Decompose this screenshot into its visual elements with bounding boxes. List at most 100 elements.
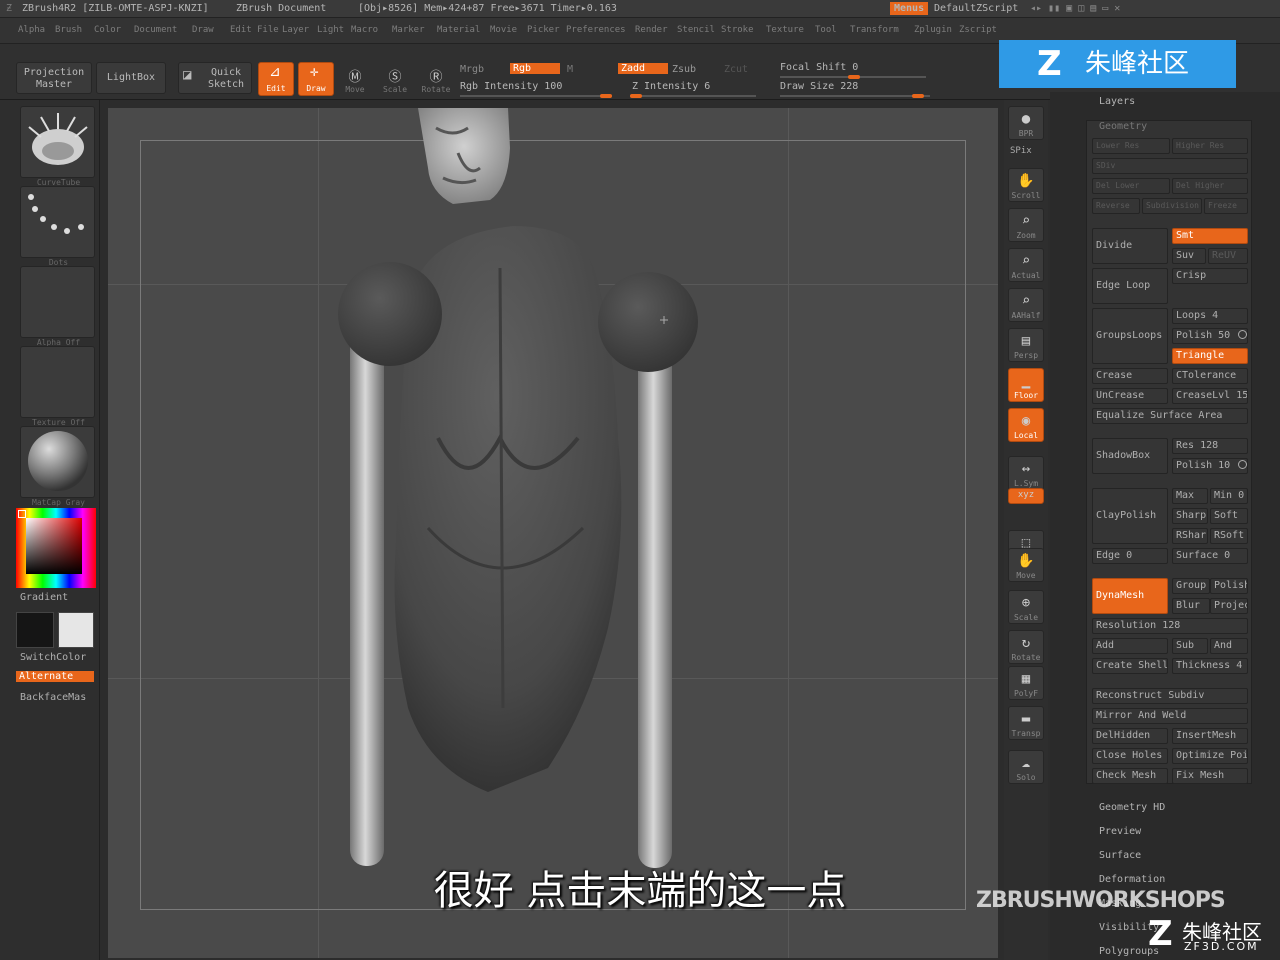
rgb-intensity-track[interactable] <box>460 95 612 97</box>
menu-movie[interactable]: Movie <box>490 25 517 35</box>
polish10-slider[interactable]: Polish 10 <box>1172 458 1248 474</box>
triangle-toggle[interactable]: Triangle <box>1172 348 1248 364</box>
xyz-button[interactable]: xyz <box>1008 488 1044 504</box>
lightbox-button[interactable]: LightBox <box>96 62 166 94</box>
group-toggle[interactable]: Group <box>1172 578 1210 594</box>
window-controls-icon[interactable]: ◂▸ ▮▮ ▣ ◫ ▤ ▭ ✕ <box>1030 3 1120 14</box>
move-button[interactable]: ✋ Move <box>1008 548 1044 582</box>
reconstruct-subdiv-button[interactable]: Reconstruct Subdiv <box>1092 688 1248 704</box>
menu-preferences[interactable]: Preferences <box>566 25 626 35</box>
sharp-slider[interactable]: Sharp <box>1172 508 1208 524</box>
zadd-toggle[interactable]: Zadd <box>618 63 668 74</box>
layers-subpalette[interactable]: Layers <box>1099 96 1135 107</box>
menu-texture[interactable]: Texture <box>766 25 804 35</box>
menu-zplugin[interactable]: Zplugin <box>914 25 952 35</box>
focal-shift-slider[interactable]: Focal Shift 0 <box>780 62 858 73</box>
menu-macro[interactable]: Macro <box>351 25 378 35</box>
aahalf-button[interactable]: ⌕ AAHalf <box>1008 288 1044 322</box>
right-arm-tube[interactable] <box>638 348 672 868</box>
check-mesh-button[interactable]: Check Mesh <box>1092 768 1168 784</box>
max-slider[interactable]: Max <box>1172 488 1208 504</box>
zcut-toggle[interactable]: Zcut <box>724 64 748 75</box>
m-toggle[interactable]: M <box>567 64 573 75</box>
local-button[interactable]: ◉ Local <box>1008 408 1044 442</box>
move-mode-button[interactable]: Ⓜ Move <box>340 66 370 96</box>
menu-layer[interactable]: Layer <box>282 25 309 35</box>
thickness-slider[interactable]: Thickness 4 <box>1172 658 1248 674</box>
menu-file[interactable]: File <box>257 25 279 35</box>
uncrease-button[interactable]: UnCrease <box>1092 388 1168 404</box>
default-zscript-button[interactable]: DefaultZScript <box>934 3 1018 14</box>
menu-tool[interactable]: Tool <box>815 25 837 35</box>
polish-circle-icon[interactable] <box>1238 330 1247 339</box>
menu-edit[interactable]: Edit <box>230 25 252 35</box>
secondary-color-swatch[interactable] <box>58 612 94 648</box>
subdivision-button[interactable]: Subdivision <box>1142 198 1202 214</box>
dynamesh-button[interactable]: DynaMesh <box>1092 578 1168 614</box>
surface-slider[interactable]: Surface 0 <box>1172 548 1248 564</box>
menu-render[interactable]: Render <box>635 25 668 35</box>
divide-button[interactable]: Divide <box>1092 228 1168 264</box>
edge-slider[interactable]: Edge 0 <box>1092 548 1168 564</box>
project-toggle[interactable]: Projec <box>1210 598 1248 614</box>
del-higher-button[interactable]: Del Higher <box>1172 178 1248 194</box>
zsub-toggle[interactable]: Zsub <box>672 64 696 75</box>
menu-transform[interactable]: Transform <box>850 25 899 35</box>
persp-button[interactable]: ▤ Persp <box>1008 328 1044 362</box>
and-button[interactable]: And <box>1210 638 1248 654</box>
sculpt-model[interactable] <box>108 108 998 958</box>
resolution-slider[interactable]: Resolution 128 <box>1092 618 1248 634</box>
menu-draw[interactable]: Draw <box>192 25 214 35</box>
menu-brush[interactable]: Brush <box>55 25 82 35</box>
viewport-canvas[interactable] <box>108 108 998 958</box>
quick-sketch-button[interactable]: ◪ Quick Sketch <box>178 62 252 94</box>
creaselvl-slider[interactable]: CreaseLvl 15 <box>1172 388 1248 404</box>
polish-slider[interactable]: Polish 50 <box>1172 328 1248 344</box>
rsoft-slider[interactable]: RSoft <box>1210 528 1248 544</box>
rotate-button[interactable]: ↻ Rotate <box>1008 630 1044 664</box>
freeze-button[interactable]: Freeze <box>1204 198 1248 214</box>
edit-mode-button[interactable]: ⊿ Edit <box>258 62 294 96</box>
primary-color-swatch[interactable] <box>16 612 54 648</box>
projection-master-button[interactable]: Projection Master <box>16 62 92 94</box>
reverse-button[interactable]: Reverse <box>1092 198 1140 214</box>
backface-mask-button[interactable]: BackfaceMas <box>20 692 86 703</box>
sub-button[interactable]: Sub <box>1172 638 1208 654</box>
fix-mesh-button[interactable]: Fix Mesh <box>1172 768 1248 784</box>
menu-marker[interactable]: Marker <box>392 25 425 35</box>
lower-res-button[interactable]: Lower Res <box>1092 138 1170 154</box>
loops-slider[interactable]: Loops 4 <box>1172 308 1248 324</box>
groupsloops-button[interactable]: GroupsLoops <box>1092 308 1168 364</box>
texture-thumbnail[interactable]: Texture Off <box>20 346 95 427</box>
delhidden-button[interactable]: DelHidden <box>1092 728 1168 744</box>
bpr-button[interactable]: ● BPR <box>1008 106 1044 140</box>
focal-shift-knob[interactable] <box>848 75 860 79</box>
z-intensity-track[interactable] <box>630 95 756 97</box>
claypolish-button[interactable]: ClayPolish <box>1092 488 1168 544</box>
menu-document[interactable]: Document <box>134 25 177 35</box>
crisp-toggle[interactable]: Crisp <box>1172 268 1248 284</box>
scroll-button[interactable]: ✋ Scroll <box>1008 168 1044 202</box>
menus-toggle-button[interactable]: Menus <box>890 2 929 15</box>
close-holes-button[interactable]: Close Holes <box>1092 748 1168 764</box>
smt-toggle[interactable]: Smt <box>1172 228 1248 244</box>
actual-button[interactable]: ⌕ Actual <box>1008 248 1044 282</box>
color-picker[interactable] <box>16 508 96 588</box>
left-arm-tube[interactable] <box>350 326 384 866</box>
spix-slider[interactable]: SPix <box>1010 146 1032 156</box>
right-shoulder-sphere[interactable] <box>598 272 698 372</box>
switchcolor-button[interactable]: SwitchColor <box>20 652 86 663</box>
geometry-hd-subpalette[interactable]: Geometry HD <box>1099 802 1165 813</box>
soft-slider[interactable]: Soft <box>1210 508 1248 524</box>
min-slider[interactable]: Min 0 <box>1210 488 1248 504</box>
scale-mode-button[interactable]: Ⓢ Scale <box>380 66 410 96</box>
del-lower-button[interactable]: Del Lower <box>1092 178 1170 194</box>
rotate-mode-button[interactable]: Ⓡ Rotate <box>420 66 452 96</box>
equalize-surface-area-button[interactable]: Equalize Surface Area <box>1092 408 1248 424</box>
draw-size-slider[interactable]: Draw Size 228 <box>780 81 858 92</box>
left-shoulder-sphere[interactable] <box>338 262 442 366</box>
reuv-button[interactable]: ReUV <box>1208 248 1248 264</box>
stroke-thumbnail[interactable]: Dots <box>20 186 95 267</box>
geometry-subpalette[interactable]: Geometry <box>1099 121 1147 132</box>
z-intensity-slider[interactable]: Z Intensity 6 <box>632 81 710 92</box>
